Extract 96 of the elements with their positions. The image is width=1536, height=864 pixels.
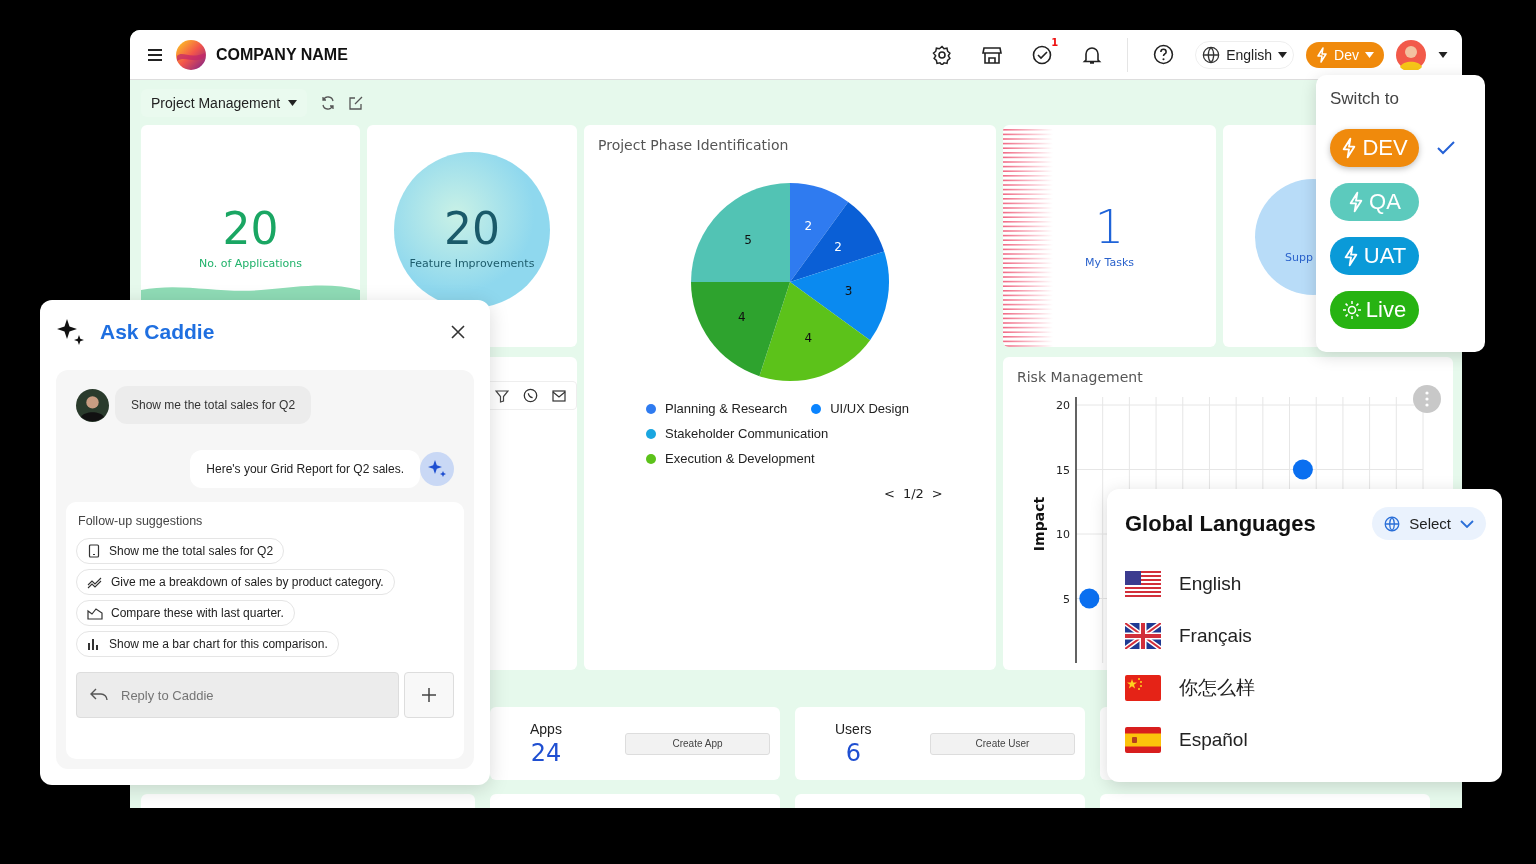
area-chart-icon xyxy=(87,606,103,620)
reply-icon xyxy=(90,688,108,702)
settings-icon[interactable] xyxy=(932,44,953,65)
menu-title: Switch to xyxy=(1330,89,1400,109)
slice-label: 5 xyxy=(744,233,752,247)
caret-icon xyxy=(1365,51,1374,58)
y-axis-label: Impact xyxy=(1031,496,1047,552)
language-option[interactable]: Español xyxy=(1125,714,1486,766)
sparkle-icon xyxy=(56,317,86,347)
assistant-message: Here's your Grid Report for Q2 sales. xyxy=(190,450,420,488)
chat-title: Ask Caddie xyxy=(100,320,215,344)
caret-icon[interactable] xyxy=(1438,51,1448,58)
edit-icon[interactable] xyxy=(349,95,364,110)
store-icon[interactable] xyxy=(982,44,1003,65)
language-option[interactable]: 你怎么样 xyxy=(1125,662,1486,714)
language-dropdown[interactable]: English xyxy=(1195,40,1295,69)
globe-icon xyxy=(1202,45,1221,64)
panel-title: Global Languages xyxy=(1125,510,1316,537)
task-check-icon[interactable] xyxy=(1032,44,1053,65)
suggestions-title: Follow-up suggestions xyxy=(78,514,203,528)
slice-label: 3 xyxy=(844,284,853,299)
data-point xyxy=(1292,459,1313,480)
previous-page-button[interactable]: < xyxy=(884,486,895,501)
refresh-icon[interactable] xyxy=(321,95,336,110)
reply-field[interactable]: Reply to Caddie xyxy=(76,672,399,718)
chart-title: Risk Management xyxy=(1016,368,1144,385)
language-option[interactable]: English xyxy=(1125,558,1486,610)
user-avatar[interactable] xyxy=(1396,39,1426,70)
stat-label: No. of Applications xyxy=(198,256,303,270)
flag-icon xyxy=(1125,727,1161,753)
filter-icon[interactable] xyxy=(495,388,509,403)
y-tick-label: 15 xyxy=(1056,463,1070,477)
page-indicator: 1/2 xyxy=(902,486,924,501)
chat-bubble-icon[interactable] xyxy=(523,388,538,403)
suggestion-chip[interactable]: Give me a breakdown of sales by product category. xyxy=(76,569,395,595)
view-dropdown[interactable]: Project Management xyxy=(141,88,308,117)
flag-icon xyxy=(1125,675,1161,701)
document-icon xyxy=(87,544,101,558)
next-page-button[interactable]: > xyxy=(931,486,943,501)
suggestion-chip[interactable]: Show me a bar chart for this comparison. xyxy=(76,631,339,657)
summary-value: 24 xyxy=(530,738,562,767)
close-icon[interactable] xyxy=(451,325,465,339)
suggestion-chip[interactable]: Show me the total sales for Q2 xyxy=(76,538,285,564)
language-select[interactable]: Select xyxy=(1372,507,1486,540)
stat-value: 20 xyxy=(444,206,500,251)
user-avatar xyxy=(76,388,109,422)
suggestion-chip[interactable]: Compare these with last quarter. xyxy=(76,600,295,626)
lightning-icon xyxy=(1316,46,1329,63)
y-tick-label: 20 xyxy=(1056,399,1070,412)
chart-title: Project Phase Identification xyxy=(597,136,790,153)
summary-label: Users xyxy=(835,720,872,737)
sun-icon xyxy=(1342,301,1361,319)
stat-value: 1 xyxy=(1094,203,1125,250)
user-message: Show me the total sales for Q2 xyxy=(115,386,312,424)
flag-icon xyxy=(1125,623,1161,649)
lightning-icon xyxy=(1348,191,1365,213)
lightning-icon xyxy=(1342,245,1359,267)
slice-label: 4 xyxy=(738,309,746,324)
create-button[interactable]: Create User xyxy=(930,732,1075,755)
globe-icon xyxy=(1384,515,1401,532)
legend-label: UI/UX Design xyxy=(830,401,909,416)
y-tick-label: 5 xyxy=(1063,592,1070,606)
help-icon[interactable] xyxy=(1153,44,1175,65)
legend-label: Execution & Development xyxy=(665,451,815,466)
stat-value: 20 xyxy=(222,206,279,251)
add-button[interactable] xyxy=(404,672,454,718)
legend-label: Stakeholder Communication xyxy=(665,426,829,441)
logo-icon xyxy=(175,38,207,71)
slice-label: 2 xyxy=(804,218,813,233)
language-option[interactable]: Français xyxy=(1125,610,1486,662)
flag-icon xyxy=(1125,571,1161,597)
summary-label: Apps xyxy=(530,720,562,737)
checkmark-icon xyxy=(1437,141,1455,155)
caret-icon xyxy=(288,99,298,106)
legend-label: Planning & Research xyxy=(665,401,788,416)
menu-icon[interactable] xyxy=(147,47,163,62)
stat-label: My Tasks xyxy=(1085,255,1134,269)
lightning-icon xyxy=(1341,137,1358,159)
trend-icon xyxy=(87,575,103,589)
task-count-label: 1 xyxy=(1051,36,1059,48)
plus-icon xyxy=(422,688,436,702)
y-tick-label: 10 xyxy=(1056,528,1070,541)
create-button[interactable]: Create App xyxy=(625,732,770,755)
brand-name: COMPANY NAME xyxy=(216,45,348,64)
data-point xyxy=(1079,588,1100,609)
assistant-avatar xyxy=(420,452,454,486)
notification-bell-icon[interactable] xyxy=(1082,44,1103,65)
caret-icon xyxy=(1278,51,1288,58)
chevron-down-icon xyxy=(1460,519,1474,528)
slice-label: 4 xyxy=(804,331,813,346)
summary-value: 6 xyxy=(845,738,861,767)
slice-label: 2 xyxy=(834,240,842,255)
stat-label: Feature Improvements xyxy=(409,256,535,270)
mail-icon[interactable] xyxy=(552,389,566,402)
stat-label: Supp xyxy=(1285,251,1313,264)
bar-chart-icon xyxy=(87,637,101,651)
